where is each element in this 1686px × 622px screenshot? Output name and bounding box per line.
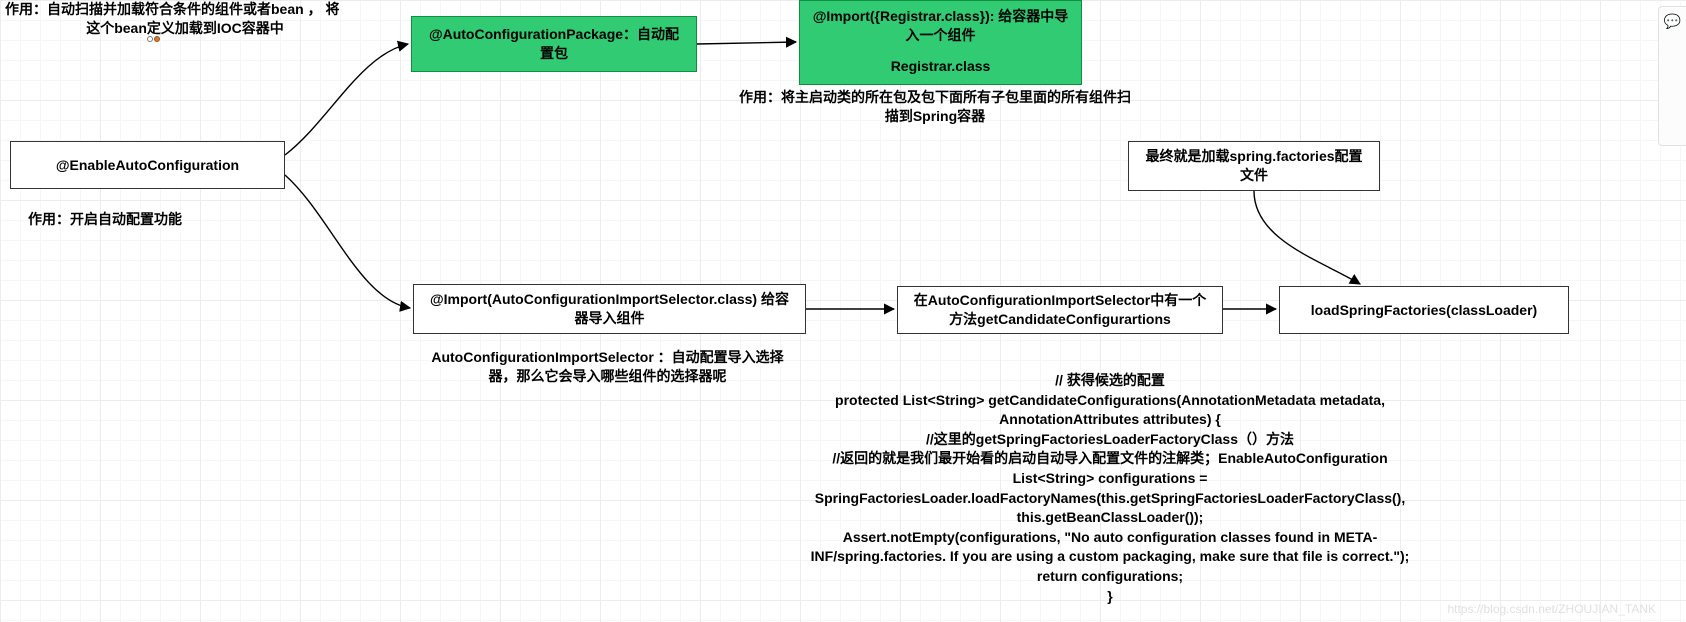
chat-icon[interactable]: 💬 xyxy=(1664,13,1681,30)
code-l2: protected List<String> getCandidateConfi… xyxy=(770,391,1450,411)
side-panel: 💬 xyxy=(1658,6,1686,146)
watermark: https://blog.csdn.net/ZHOUJIAN_TANK xyxy=(1447,602,1656,616)
node-pkg[interactable]: @AutoConfigurationPackage：自动配置包 xyxy=(411,16,697,72)
code-l7: SpringFactoriesLoader.loadFactoryNames(t… xyxy=(770,489,1450,509)
node-enable[interactable]: @EnableAutoConfiguration xyxy=(10,141,285,189)
code-l8: this.getBeanClassLoader()); xyxy=(770,508,1450,528)
node-enable-label: @EnableAutoConfiguration xyxy=(56,156,239,175)
node-imp-caption: AutoConfigurationImportSelector ：自动配置导入选… xyxy=(420,348,795,386)
code-l10: INF/spring.factories. If you are using a… xyxy=(770,547,1450,567)
dot-hollow xyxy=(147,36,153,42)
dot-orange xyxy=(154,36,160,42)
node-load-caption: 最终就是加载spring.factories配置文件 xyxy=(1139,147,1369,185)
node-load[interactable]: loadSpringFactories(classLoader) xyxy=(1279,286,1569,334)
code-l4: //这里的getSpringFactoriesLoaderFactoryClas… xyxy=(770,430,1450,450)
spacer xyxy=(810,45,1071,57)
node-reg[interactable]: @Import({Registrar.class}): 给容器中导入一个组件 R… xyxy=(799,0,1082,85)
node-load-caption-box: 最终就是加载spring.factories配置文件 xyxy=(1128,141,1380,191)
node-cand-label: 在AutoConfigurationImportSelector中有一个方法ge… xyxy=(908,291,1212,329)
code-l9: Assert.notEmpty(configurations, "No auto… xyxy=(770,528,1450,548)
code-l11: return configurations; xyxy=(770,567,1450,587)
code-l12: } xyxy=(770,587,1450,607)
top-note-line2: 这个bean定义加载到IOC容器中 xyxy=(5,19,365,38)
node-reg-caption: 作用：将主启动类的所在包及包下面所有子包里面的所有组件扫描到Spring容器 xyxy=(735,88,1135,126)
code-l5: //返回的就是我们最开始看的启动自动导入配置文件的注解类；EnableAutoC… xyxy=(770,449,1450,469)
node-pkg-label: @AutoConfigurationPackage：自动配置包 xyxy=(422,25,686,63)
code-l6: List<String> configurations = xyxy=(770,469,1450,489)
code-l1: // 获得候选的配置 xyxy=(770,371,1450,391)
code-l3: AnnotationAttributes attributes) { xyxy=(770,410,1450,430)
node-reg-line3: Registrar.class xyxy=(810,57,1071,76)
top-note-line1: 作用：自动扫描并加载符合条件的组件或者bean ， 将 xyxy=(5,0,365,19)
node-reg-line1: @Import({Registrar.class}): 给容器中导入一个组件 xyxy=(810,7,1071,45)
node-imp[interactable]: @Import(AutoConfigurationImportSelector.… xyxy=(413,284,806,334)
node-load-label: loadSpringFactories(classLoader) xyxy=(1311,301,1537,320)
node-enable-caption: 作用：开启自动配置功能 xyxy=(28,210,268,229)
node-cand[interactable]: 在AutoConfigurationImportSelector中有一个方法ge… xyxy=(897,286,1223,334)
node-imp-label: @Import(AutoConfigurationImportSelector.… xyxy=(424,290,795,328)
top-note: 作用：自动扫描并加载符合条件的组件或者bean ， 将 这个bean定义加载到I… xyxy=(5,0,365,38)
code-block: // 获得候选的配置 protected List<String> getCan… xyxy=(770,371,1450,606)
